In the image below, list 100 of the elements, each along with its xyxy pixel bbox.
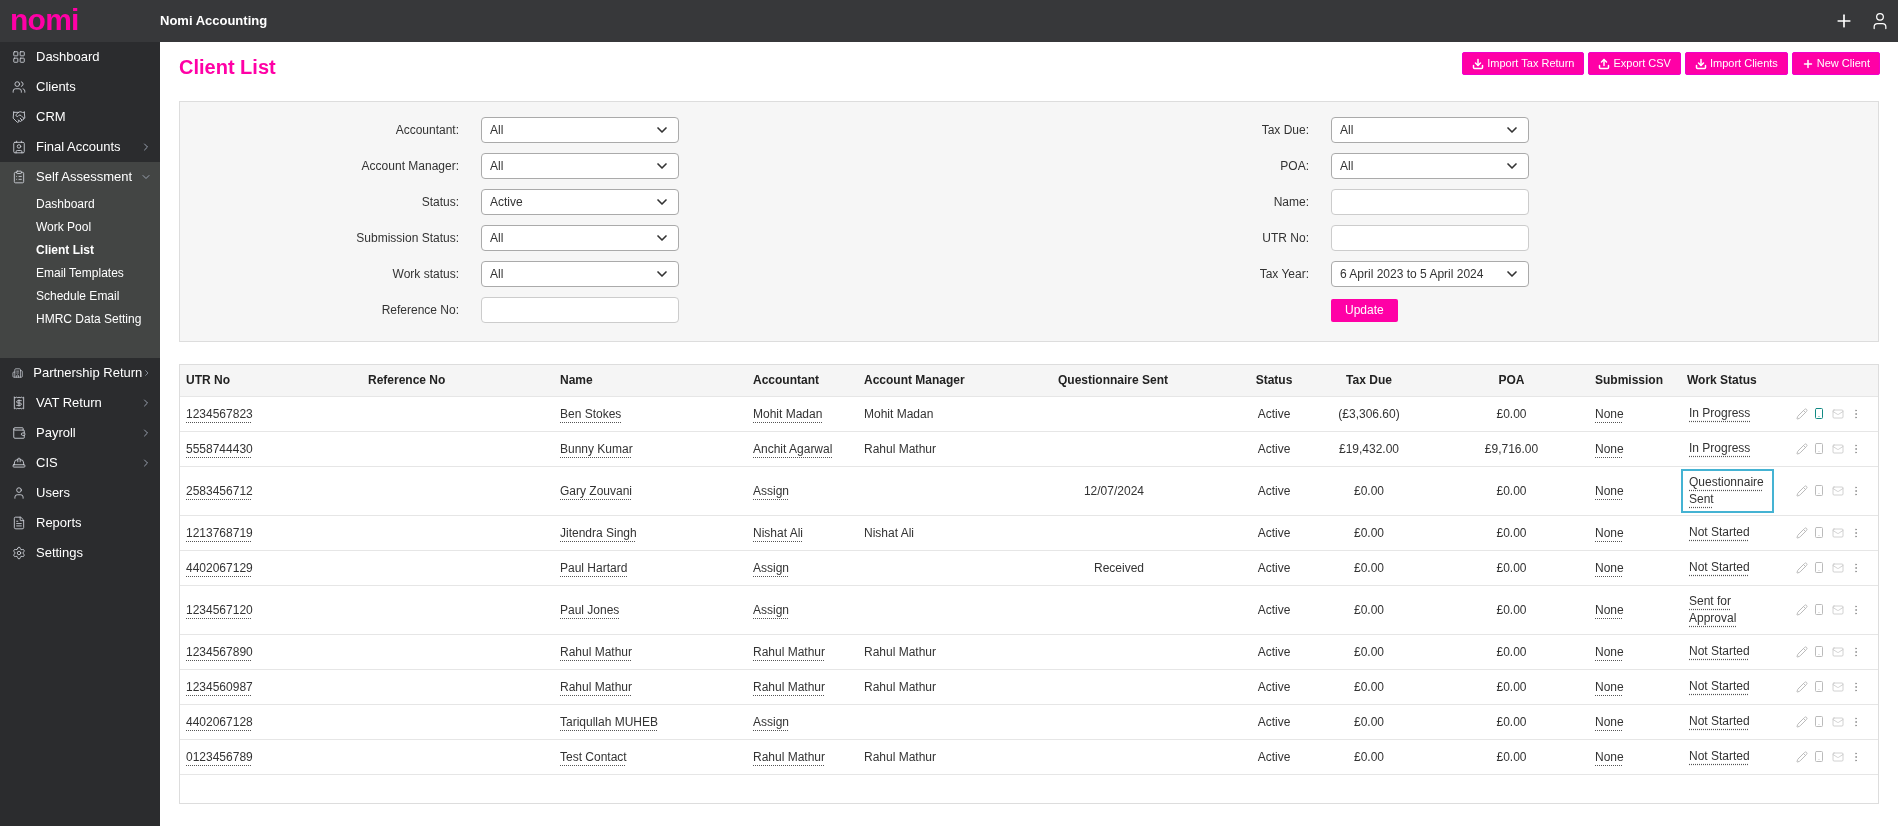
accountant-link[interactable]: Assign bbox=[753, 602, 790, 617]
accountant-link[interactable]: Assign bbox=[753, 483, 790, 498]
work-status-link[interactable]: Questionnaire Sent bbox=[1681, 468, 1774, 513]
submenu-item[interactable]: Email Templates bbox=[0, 261, 160, 284]
accountant-link[interactable]: Assign bbox=[753, 560, 790, 575]
edit-icon[interactable] bbox=[1796, 442, 1808, 455]
accountant-link[interactable]: Mohit Madan bbox=[753, 406, 823, 421]
submenu-item[interactable]: Schedule Email bbox=[0, 284, 160, 307]
mail-icon[interactable] bbox=[1830, 442, 1845, 455]
client-name-link[interactable]: Tariqullah MUHEB bbox=[560, 714, 659, 729]
work-status-link[interactable]: Not Started bbox=[1681, 554, 1774, 581]
mail-icon[interactable] bbox=[1830, 645, 1845, 658]
work-status-link[interactable]: Not Started bbox=[1681, 519, 1774, 546]
phone-icon[interactable] bbox=[1813, 715, 1826, 728]
submission-link[interactable]: None bbox=[1595, 406, 1624, 421]
submission-link[interactable]: None bbox=[1595, 644, 1624, 659]
submission-link[interactable]: None bbox=[1595, 525, 1624, 540]
sidebar-item[interactable]: CIS bbox=[0, 448, 160, 478]
phone-icon[interactable] bbox=[1813, 603, 1826, 616]
utr-link[interactable]: 1234567890 bbox=[186, 644, 253, 659]
action-button[interactable]: New Client bbox=[1791, 52, 1880, 75]
work-status-link[interactable]: Not Started bbox=[1681, 638, 1774, 665]
utr-link[interactable]: 1234567120 bbox=[186, 602, 253, 617]
client-name-link[interactable]: Rahul Mathur bbox=[560, 679, 633, 694]
submenu-item[interactable]: HMRC Data Setting bbox=[0, 307, 160, 330]
utr-link[interactable]: 0123456789 bbox=[186, 749, 253, 764]
client-name-link[interactable]: Bunny Kumar bbox=[560, 441, 633, 456]
mail-icon[interactable] bbox=[1830, 680, 1845, 693]
phone-icon[interactable] bbox=[1813, 680, 1826, 693]
client-name-link[interactable]: Jitendra Singh bbox=[560, 525, 637, 540]
utr-link[interactable]: 5558744430 bbox=[186, 441, 253, 456]
edit-icon[interactable] bbox=[1796, 715, 1808, 728]
client-name-link[interactable]: Ben Stokes bbox=[560, 406, 622, 421]
utr-link[interactable]: 1213768719 bbox=[186, 525, 253, 540]
sidebar-item[interactable]: Clients bbox=[0, 72, 160, 102]
utr-link[interactable]: 4402067129 bbox=[186, 560, 253, 575]
accountant-link[interactable]: Anchit Agarwal bbox=[753, 441, 833, 456]
client-name-link[interactable]: Gary Zouvani bbox=[560, 483, 633, 498]
dropdown[interactable]: All bbox=[481, 117, 679, 143]
edit-icon[interactable] bbox=[1796, 680, 1808, 693]
sidebar-item[interactable]: CRM bbox=[0, 102, 160, 132]
dropdown[interactable]: All bbox=[1331, 117, 1529, 143]
submission-link[interactable]: None bbox=[1595, 441, 1624, 456]
phone-icon[interactable] bbox=[1813, 561, 1826, 574]
utr-link[interactable]: 2583456712 bbox=[186, 483, 253, 498]
client-name-link[interactable]: Test Contact bbox=[560, 749, 627, 764]
edit-icon[interactable] bbox=[1796, 750, 1808, 763]
accountant-link[interactable]: Rahul Mathur bbox=[753, 644, 826, 659]
sidebar-item[interactable]: Final Accounts bbox=[0, 132, 160, 162]
accountant-link[interactable]: Nishat Ali bbox=[753, 525, 804, 540]
submenu-item[interactable]: Work Pool bbox=[0, 215, 160, 238]
action-button[interactable]: Import Clients bbox=[1684, 52, 1788, 75]
mail-icon[interactable] bbox=[1830, 603, 1845, 616]
edit-icon[interactable] bbox=[1796, 603, 1808, 616]
sidebar-item[interactable]: Dashboard bbox=[0, 42, 160, 72]
submenu-item[interactable]: Client List bbox=[0, 238, 160, 261]
sidebar-item[interactable]: Reports bbox=[0, 508, 160, 538]
utr-link[interactable]: 1234567823 bbox=[186, 406, 253, 421]
utr-link[interactable]: 1234560987 bbox=[186, 679, 253, 694]
dropdown[interactable]: All bbox=[481, 261, 679, 287]
submenu-item[interactable]: Dashboard bbox=[0, 192, 160, 215]
phone-icon[interactable] bbox=[1813, 526, 1826, 539]
sidebar-item[interactable]: Partnership Return bbox=[0, 358, 160, 388]
edit-icon[interactable] bbox=[1796, 645, 1808, 658]
phone-icon[interactable] bbox=[1813, 442, 1826, 455]
submission-link[interactable]: None bbox=[1595, 560, 1624, 575]
work-status-link[interactable]: Sent for Approval bbox=[1681, 587, 1774, 632]
edit-icon[interactable] bbox=[1796, 484, 1808, 497]
sidebar-item[interactable]: Users bbox=[0, 478, 160, 508]
sidebar-item[interactable]: VAT Return bbox=[0, 388, 160, 418]
work-status-link[interactable]: In Progress bbox=[1681, 435, 1774, 462]
text-field[interactable] bbox=[481, 297, 679, 323]
update-button[interactable]: Update bbox=[1331, 298, 1398, 322]
mail-icon[interactable] bbox=[1830, 715, 1845, 728]
dropdown[interactable]: 6 April 2023 to 5 April 2024 bbox=[1331, 261, 1529, 287]
accountant-link[interactable]: Rahul Mathur bbox=[753, 749, 826, 764]
edit-icon[interactable] bbox=[1796, 407, 1808, 420]
action-button[interactable]: Import Tax Return bbox=[1462, 52, 1585, 75]
edit-icon[interactable] bbox=[1796, 526, 1808, 539]
edit-icon[interactable] bbox=[1796, 561, 1808, 574]
dropdown[interactable]: All bbox=[481, 153, 679, 179]
dropdown[interactable]: All bbox=[481, 225, 679, 251]
submission-link[interactable]: None bbox=[1595, 679, 1624, 694]
phone-icon[interactable] bbox=[1813, 645, 1826, 658]
phone-icon[interactable] bbox=[1813, 484, 1826, 497]
sidebar-item[interactable]: Settings bbox=[0, 538, 160, 568]
submission-link[interactable]: None bbox=[1595, 602, 1624, 617]
work-status-link[interactable]: Not Started bbox=[1681, 673, 1774, 700]
mail-icon[interactable] bbox=[1830, 561, 1845, 574]
mail-icon[interactable] bbox=[1830, 750, 1845, 763]
utr-link[interactable]: 4402067128 bbox=[186, 714, 253, 729]
mail-icon[interactable] bbox=[1830, 484, 1845, 497]
accountant-link[interactable]: Assign bbox=[753, 714, 790, 729]
mail-icon[interactable] bbox=[1830, 526, 1845, 539]
submission-link[interactable]: None bbox=[1595, 483, 1624, 498]
submission-link[interactable]: None bbox=[1595, 749, 1624, 764]
dropdown[interactable]: All bbox=[1331, 153, 1529, 179]
phone-icon[interactable] bbox=[1813, 750, 1826, 763]
action-button[interactable]: Export CSV bbox=[1588, 52, 1681, 75]
work-status-link[interactable]: Not Started bbox=[1681, 708, 1774, 735]
